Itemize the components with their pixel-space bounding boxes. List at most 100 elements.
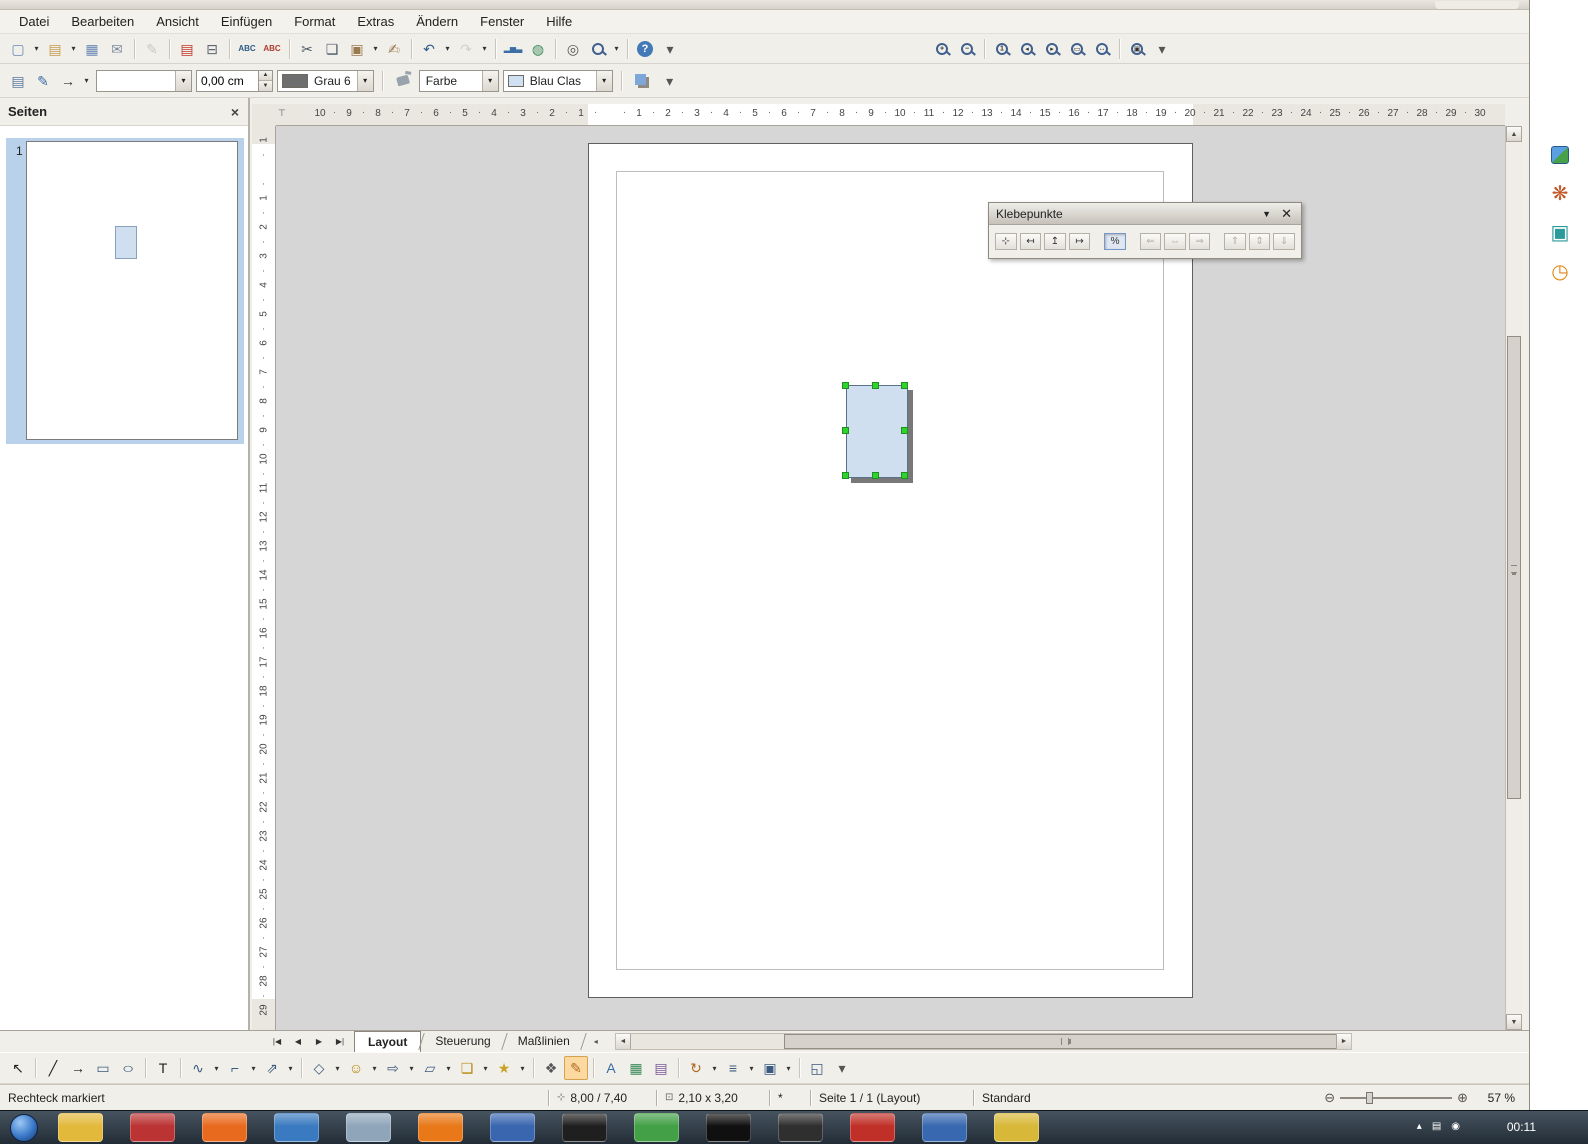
taskbar-app-2[interactable]	[130, 1113, 175, 1142]
zoom-next-button[interactable]: ▸	[1040, 37, 1064, 61]
menu-format[interactable]: Format	[283, 11, 346, 32]
zoom-slider[interactable]	[1340, 1091, 1452, 1105]
menu-extras[interactable]: Extras	[346, 11, 405, 32]
autospellcheck-button[interactable]: ABC	[260, 37, 284, 61]
selection-handle[interactable]	[842, 427, 849, 434]
start-button[interactable]	[10, 1114, 38, 1142]
taskbar-app-1[interactable]	[58, 1113, 103, 1142]
styles-window-button[interactable]: ▤	[6, 69, 30, 93]
drawing-canvas[interactable]: Klebepunkte ▼ ✕ ⊹↤↥↦%⇐⇔⇒⇑⇕⇓	[276, 126, 1505, 1030]
gluepoints-toolbar-titlebar[interactable]: Klebepunkte ▼ ✕	[989, 203, 1301, 225]
glue-point-relative-button[interactable]: %	[1104, 233, 1126, 250]
tray-icon-1[interactable]: ▴	[1417, 1121, 1422, 1132]
block-arrows-tool[interactable]: ⇨	[381, 1056, 405, 1080]
tray-icon-2[interactable]: ▤	[1432, 1121, 1441, 1132]
selection-handle[interactable]	[872, 472, 879, 479]
callouts-tool-dropdown[interactable]: ▾	[480, 1064, 491, 1073]
selection-handle[interactable]	[901, 472, 908, 479]
taskbar-app-5[interactable]	[346, 1113, 391, 1142]
format-paintbrush-button[interactable]: ✍	[382, 37, 406, 61]
alignment-tool[interactable]: ≡	[721, 1056, 745, 1080]
rotate-tool-dropdown[interactable]: ▾	[709, 1064, 720, 1073]
window-controls[interactable]	[1435, 1, 1519, 9]
zoom-value[interactable]: 57 %	[1473, 1091, 1515, 1105]
flowchart-tool[interactable]: ▱	[418, 1056, 442, 1080]
redo-button-dropdown[interactable]: ▾	[479, 44, 490, 53]
new-button-dropdown[interactable]: ▾	[31, 44, 42, 53]
fill-type-select[interactable]: Farbe ▾	[419, 70, 499, 92]
edit-points-tool[interactable]: ❖	[539, 1056, 563, 1080]
text-tool[interactable]: T	[151, 1056, 175, 1080]
exit-direction-right-button[interactable]: ↦	[1069, 233, 1091, 250]
arrange-tool-dropdown[interactable]: ▾	[783, 1064, 794, 1073]
line-width-input[interactable]	[196, 70, 258, 92]
spellcheck-button[interactable]: ABC	[235, 37, 259, 61]
open-button-dropdown[interactable]: ▾	[68, 44, 79, 53]
chart-button[interactable]: ▂▅▃	[501, 37, 525, 61]
menu-fenster[interactable]: Fenster	[469, 11, 535, 32]
zoom-page-width-button[interactable]: ↔	[1090, 37, 1114, 61]
close-icon[interactable]: ✕	[1279, 206, 1294, 222]
alignment-tool-dropdown[interactable]: ▾	[746, 1064, 757, 1073]
rectangle-tool[interactable]: ▭	[91, 1056, 115, 1080]
horizontal-scrollbar[interactable]: ◄ ►	[615, 1033, 1352, 1050]
toolbar-options-button[interactable]: ▾	[658, 37, 682, 61]
copy-button[interactable]: ❏	[320, 37, 344, 61]
save-button[interactable]: ▦	[80, 37, 104, 61]
cut-button[interactable]: ✂	[295, 37, 319, 61]
arrow-style-button-dropdown[interactable]: ▾	[81, 76, 92, 85]
tray-icon-3[interactable]: ◉	[1451, 1121, 1460, 1132]
glue-point-horizontal-center-button[interactable]: ⇔	[1164, 233, 1186, 250]
selection-handle[interactable]	[872, 382, 879, 389]
line-color-dropdown-arrow[interactable]: ▾	[357, 71, 373, 91]
next-page-button[interactable]: ▶	[309, 1033, 329, 1051]
selected-rectangle[interactable]	[846, 385, 908, 478]
navigator-button[interactable]: ◎	[561, 37, 585, 61]
chevron-down-icon[interactable]: ▼	[1254, 209, 1279, 219]
curve-tool-dropdown[interactable]: ▾	[211, 1064, 222, 1073]
zoom-previous-button[interactable]: ◂	[1015, 37, 1039, 61]
insert-image-tool[interactable]: ▦	[624, 1056, 648, 1080]
paste-button-dropdown[interactable]: ▾	[370, 44, 381, 53]
shadow-button[interactable]	[630, 69, 654, 93]
glue-point-vertical-bottom-button[interactable]: ⇓	[1273, 233, 1295, 250]
drawing-page[interactable]	[588, 143, 1193, 998]
taskbar-app-10[interactable]	[706, 1113, 751, 1142]
taskbar-app-12[interactable]	[850, 1113, 895, 1142]
selection-handle[interactable]	[842, 382, 849, 389]
undo-button[interactable]: ↶	[417, 37, 441, 61]
insert-glue-point-button[interactable]: ⊹	[995, 233, 1017, 250]
connector-tool-dropdown[interactable]: ▾	[248, 1064, 259, 1073]
zoom-button-dropdown[interactable]: ▾	[611, 44, 622, 53]
zoom-out-button[interactable]: −	[955, 37, 979, 61]
menu-datei[interactable]: Datei	[8, 11, 60, 32]
new-button[interactable]: ▢	[6, 37, 30, 61]
fill-color-select[interactable]: Blau Clas ▾	[503, 70, 613, 92]
redo-button[interactable]: ↷	[454, 37, 478, 61]
tab-layout[interactable]: Layout	[354, 1031, 421, 1052]
line-toolbar-options-button[interactable]: ▾	[658, 69, 682, 93]
menu-bearbeiten[interactable]: Bearbeiten	[60, 11, 145, 32]
glue-points-tool[interactable]: ✎	[564, 1056, 588, 1080]
zoom-button[interactable]	[586, 37, 610, 61]
bas ic-shapes-tool-dropdown[interactable]: ▾	[332, 1064, 343, 1073]
undo-button-dropdown[interactable]: ▾	[442, 44, 453, 53]
zoom-slider-thumb[interactable]	[1366, 1092, 1373, 1104]
arrange-tool[interactable]: ▣	[758, 1056, 782, 1080]
taskbar-app-4[interactable]	[274, 1113, 319, 1142]
taskbar-app-7[interactable]	[490, 1113, 535, 1142]
zoom-out-icon[interactable]: ⊖	[1324, 1090, 1335, 1106]
selection-handle[interactable]	[901, 382, 908, 389]
stars-tool[interactable]: ★	[492, 1056, 516, 1080]
scroll-down-icon[interactable]: ▼	[1506, 1014, 1522, 1030]
desktop-shortcut-media[interactable]: ▣	[1547, 220, 1573, 246]
fill-color-dropdown-arrow[interactable]: ▾	[596, 71, 612, 91]
arrow-tool[interactable]: →	[66, 1056, 90, 1080]
symbol-shapes-tool-dropdown[interactable]: ▾	[369, 1064, 380, 1073]
flowchart-tool-dropdown[interactable]: ▾	[443, 1064, 454, 1073]
menu-ansicht[interactable]: Ansicht	[145, 11, 210, 32]
page-style[interactable]: Standard	[974, 1085, 1324, 1110]
email-button[interactable]: ✉	[105, 37, 129, 61]
last-page-button[interactable]: ▶|	[330, 1033, 350, 1051]
selection-handle[interactable]	[901, 427, 908, 434]
